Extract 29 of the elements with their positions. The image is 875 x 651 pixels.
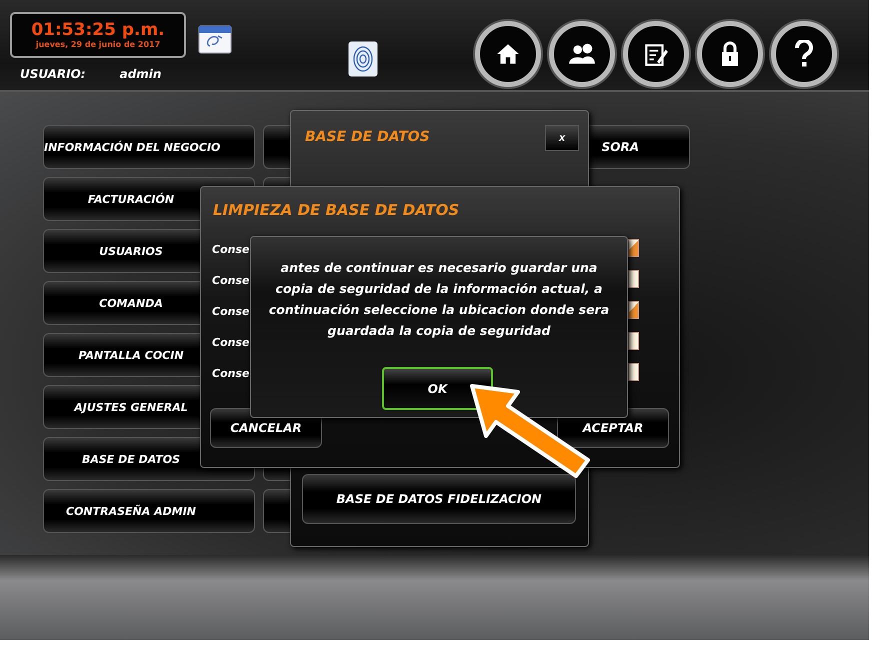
close-button[interactable]: x bbox=[545, 125, 579, 151]
menu-button[interactable]: INFORMACIÓN DEL NEGOCIO bbox=[43, 125, 255, 169]
menu-button[interactable]: BASE DE DATOS FIDELIZACION bbox=[302, 474, 576, 524]
option-label: Conse bbox=[212, 305, 250, 318]
option-label: Conse bbox=[212, 243, 250, 256]
checkbox[interactable] bbox=[628, 363, 639, 381]
notepad-button[interactable] bbox=[623, 21, 689, 87]
help-button[interactable] bbox=[771, 21, 837, 87]
users-icon bbox=[568, 43, 596, 65]
option-label: Conse bbox=[212, 336, 250, 349]
lock-button[interactable] bbox=[697, 21, 763, 87]
lock-icon bbox=[720, 41, 740, 67]
checkbox[interactable] bbox=[628, 270, 639, 288]
checkbox[interactable] bbox=[628, 301, 639, 319]
user-name: admin bbox=[120, 67, 162, 81]
option-label: Conse bbox=[212, 367, 250, 380]
users-button[interactable] bbox=[549, 21, 615, 87]
ok-button[interactable]: OK bbox=[382, 367, 493, 410]
menu-button[interactable]: CONTRASEÑA ADMIN bbox=[43, 489, 255, 533]
fingerprint-icon[interactable] bbox=[348, 41, 378, 77]
clock-date: jueves, 29 de junio de 2017 bbox=[36, 40, 160, 49]
help-icon bbox=[794, 40, 814, 68]
dialog-title: BASE DE DATOS bbox=[305, 129, 430, 145]
message-text: antes de continuar es necesario guardar una copia de seguridad de la información actual, a continuación seleccione la ubicacion donde sera guardada la copia de seguridad bbox=[268, 259, 610, 340]
checkbox[interactable] bbox=[628, 239, 639, 257]
user-label: USUARIO: bbox=[20, 67, 86, 81]
clock-time: 01:53:25 p.m. bbox=[31, 21, 165, 40]
home-button[interactable] bbox=[475, 21, 541, 87]
checkbox[interactable] bbox=[628, 332, 639, 350]
